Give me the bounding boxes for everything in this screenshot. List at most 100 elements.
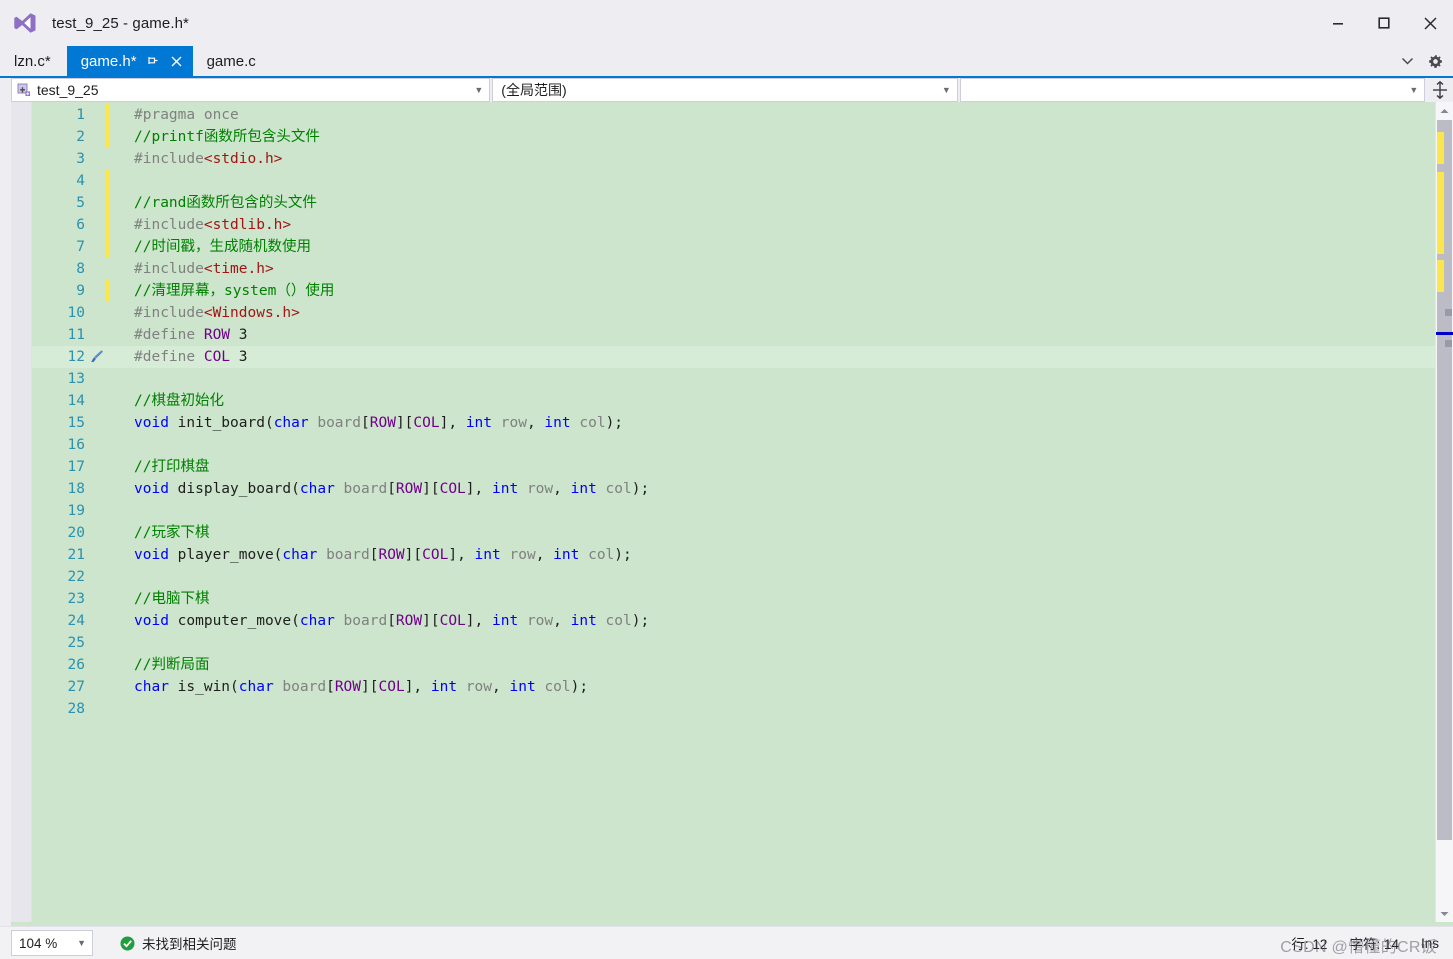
code-line[interactable]: 21 void player_move(char board[ROW][COL],… [32,544,1453,566]
line-number: 24 [67,613,85,629]
vertical-scrollbar[interactable] [1435,102,1453,922]
code-token: display_board( [168,481,300,497]
code-token: ][ [361,679,379,695]
pin-icon[interactable] [143,51,163,71]
code-line[interactable]: 25 [32,632,1453,654]
editor-left-margin [11,102,32,922]
code-line[interactable]: 28 [32,698,1453,720]
code-line[interactable]: 12 #define COL 3 [32,346,1453,368]
chevron-down-icon: ▼ [77,938,86,948]
change-marker [1437,260,1444,292]
change-marker [1437,132,1444,164]
code-line[interactable]: 8 #include<time.h> [32,258,1453,280]
code-line[interactable]: 4 [32,170,1453,192]
change-marker [1437,172,1444,254]
code-surface[interactable]: 1 #pragma once 2//printf函数所包含头文件 3 #include<… [32,102,1453,922]
maximize-icon[interactable] [1361,0,1407,46]
code-token: row [526,613,554,629]
code-token: COL [422,547,449,563]
code-line[interactable]: 13 [32,368,1453,390]
close-icon[interactable] [1407,0,1453,46]
code-token: col [544,679,571,695]
code-token: COL [439,481,466,497]
code-editor[interactable]: 1 #pragma once 2//printf函数所包含头文件 3 #include<… [11,102,1453,922]
code-token: void [134,547,169,563]
line-number: 13 [67,371,85,387]
change-bar [105,126,110,148]
line-number: 8 [76,261,85,277]
status-message-text: 未找到相关问题 [142,937,237,952]
scope-dropdown[interactable]: (全局范围) ▼ [492,78,958,102]
code-line[interactable]: 2 //printf函数所包含头文件 [32,126,1453,148]
close-icon[interactable] [167,51,187,71]
code-line[interactable]: 22 [32,566,1453,588]
scroll-up-arrow-icon[interactable] [1436,102,1453,119]
code-line[interactable]: 15 void init_board(char board[ROW][COL], … [32,412,1453,434]
code-line[interactable]: 1 #pragma once [32,104,1453,126]
code-line[interactable]: 10 #include<Windows.h> [32,302,1453,324]
code-line[interactable]: 19 [32,500,1453,522]
brush-icon[interactable] [90,349,104,365]
code-token: char [282,547,318,563]
change-bar [105,456,110,478]
code-token: void [134,481,169,497]
scroll-annotation-box [1445,340,1452,347]
minimize-icon[interactable] [1315,0,1361,46]
gear-icon[interactable] [1423,48,1447,74]
code-token: row [509,547,536,563]
status-line-number: 行: 12 [1291,937,1328,952]
line-number: 4 [76,173,85,189]
tab-label: lzn.c* [14,52,51,70]
code-line[interactable]: 27 char is_win(char board[ROW][COL], int … [32,676,1453,698]
code-line[interactable]: 17 //打印棋盘 [32,456,1453,478]
caret-status-group: 行: 12 字符: 14 Ins [1291,933,1453,953]
code-line[interactable]: 16 [32,434,1453,456]
code-token: COL [203,349,231,365]
code-token: ], [439,415,466,431]
member-dropdown[interactable]: ▼ [959,78,1426,102]
code-line[interactable]: 14 //棋盘初始化 [32,390,1453,412]
zoom-level-dropdown[interactable]: 104 % ▼ [11,930,93,956]
code-line[interactable]: 6 #include<stdlib.h> [32,214,1453,236]
code-text: void display_board(char board[ROW][COL],… [134,478,649,500]
navigation-bar: test_9_25 ▼ (全局范围) ▼ ▼ [0,78,1453,102]
project-dropdown[interactable]: test_9_25 ▼ [11,78,491,102]
code-line[interactable]: 24 void computer_move(char board[ROW][COL… [32,610,1453,632]
change-bar [105,236,110,258]
code-text: void player_move(char board[ROW][COL], i… [134,544,632,566]
code-line[interactable]: 9 //清理屏幕，system（）使用 [32,280,1453,302]
code-line[interactable]: 20 //玩家下棋 [32,522,1453,544]
line-number: 11 [67,327,85,343]
code-token: char [299,481,335,497]
code-token: ROW [395,613,423,629]
code-token: row [465,679,493,695]
code-token: //棋盘初始化 [134,393,224,409]
code-line[interactable]: 3 #include<stdio.h> [32,148,1453,170]
code-line[interactable]: 23 //电脑下棋 [32,588,1453,610]
code-token: COL [413,415,440,431]
code-token: int [430,679,458,695]
code-line[interactable]: 11 #define ROW 3 [32,324,1453,346]
code-token: col [605,613,632,629]
chevron-down-icon[interactable] [1395,48,1419,74]
code-text: //时间戳，生成随机数使用 [134,236,311,258]
scroll-down-arrow-icon[interactable] [1436,905,1453,922]
title-bar: test_9_25 - game.h* [0,0,1453,46]
change-bar [105,566,110,588]
change-bar [105,654,110,676]
split-view-icon[interactable] [1427,78,1453,102]
code-token: //电脑下棋 [134,591,210,607]
change-bar [105,522,110,544]
change-bar [105,214,110,236]
change-bar [105,544,110,566]
code-line[interactable]: 18 void display_board(char board[ROW][COL… [32,478,1453,500]
code-token: player_move( [168,547,283,563]
code-line[interactable]: 26 //判断局面 [32,654,1453,676]
tab-game-h[interactable]: game.h* [66,46,193,76]
tab-game-c[interactable]: game.c [192,46,272,76]
code-line[interactable]: 5 //rand函数所包含的头文件 [32,192,1453,214]
code-line[interactable]: 7 //时间戳，生成随机数使用 [32,236,1453,258]
tab-lzn-c[interactable]: lzn.c* [0,46,67,76]
